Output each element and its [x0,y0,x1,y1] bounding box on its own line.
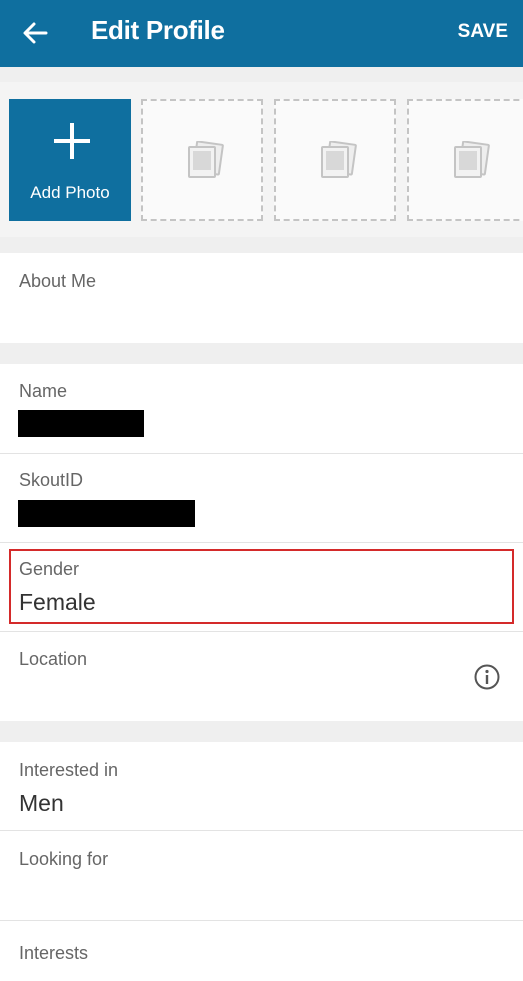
page-title: Edit Profile [91,15,225,45]
section-gap [0,67,523,82]
name-label: Name [19,381,68,401]
photo-placeholder-icon [188,141,224,178]
photo-slot[interactable] [274,99,396,221]
location-label: Location [19,649,88,669]
interested-in-label: Interested in [19,760,119,780]
app-bar: Edit Profile SAVE [0,0,523,67]
skoutid-label: SkoutID [19,470,84,490]
interests-field[interactable]: Interests [0,921,523,981]
name-value-redacted [18,410,144,437]
about-me-field[interactable]: About Me [0,253,523,343]
back-arrow-icon[interactable] [20,18,50,48]
location-field[interactable]: Location [0,632,523,721]
name-field[interactable]: Name [0,364,523,453]
plus-icon [54,123,90,159]
about-me-label: About Me [19,271,97,291]
photo-slot[interactable] [141,99,263,221]
photo-strip: Add Photo [0,82,523,237]
add-photo-button[interactable]: Add Photo [9,99,131,221]
interested-in-value: Men [19,790,64,816]
photo-placeholder-icon [321,141,357,178]
section-gap [0,721,523,742]
interests-label: Interests [19,943,89,963]
skoutid-field[interactable]: SkoutID [0,454,523,542]
section-gap [0,237,523,253]
add-photo-label: Add Photo [30,183,110,202]
section-gap [0,343,523,364]
info-icon[interactable] [473,663,501,691]
photo-slot[interactable] [407,99,523,221]
gender-highlight-box [9,549,514,624]
photo-placeholder-icon [454,141,490,178]
looking-for-field[interactable]: Looking for [0,831,523,920]
skoutid-value-redacted [18,500,195,527]
interested-in-field[interactable]: Interested in Men [0,742,523,830]
looking-for-label: Looking for [19,849,109,869]
save-button[interactable]: SAVE [458,21,508,43]
